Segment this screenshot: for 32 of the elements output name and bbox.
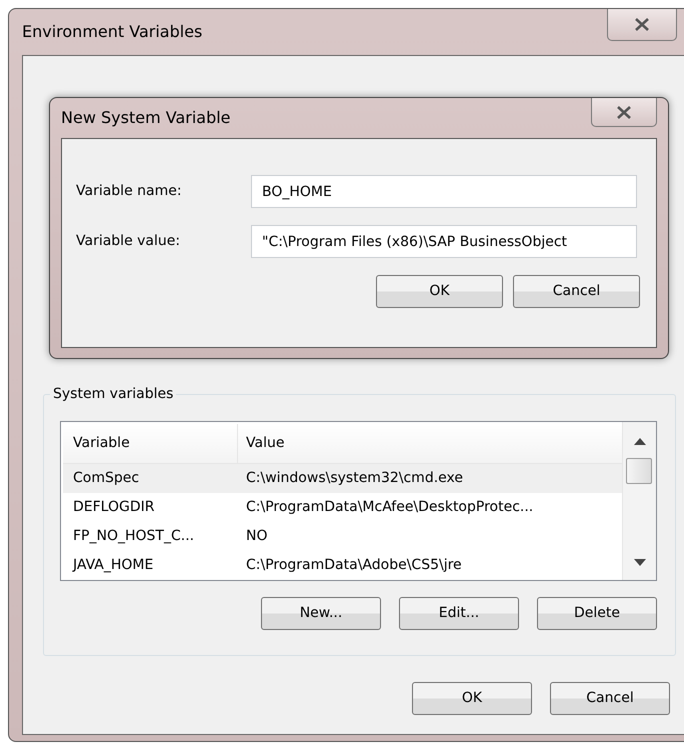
column-header[interactable]: Value: [238, 433, 622, 454]
table-cell-text: C:\windows\system32\cmd.exe: [245, 469, 464, 488]
dialog-button[interactable]: Delete: [537, 597, 657, 630]
window-title: Environment Variables: [22, 21, 202, 43]
table-cell-text: DEFLOGDIR: [72, 498, 156, 517]
dialog-button[interactable]: Edit...: [399, 597, 519, 630]
text-field[interactable]: "C:\Program Files (x86)\SAP BusinessObject: [251, 225, 637, 258]
table-cell-text: C:\ProgramData\McAfee\DesktopProtec...: [245, 498, 534, 517]
dialog-button[interactable]: New...: [261, 597, 381, 630]
dialog-title: New System Variable: [61, 107, 231, 129]
table-cell-text: FP_NO_HOST_C...: [72, 527, 196, 546]
scrollbar[interactable]: [622, 422, 656, 580]
field-label: Variable name:: [76, 182, 183, 201]
table-cell-text: C:\ProgramData\Adobe\CS5\jre: [245, 556, 463, 575]
scroll-thumb[interactable]: [626, 458, 652, 484]
selected-row-highlight[interactable]: ComSpec C:\windows\system32\cmd.exe: [63, 464, 622, 493]
field-label: Variable value:: [76, 232, 182, 251]
scroll-down-icon[interactable]: [634, 559, 646, 566]
close-icon: [634, 18, 650, 31]
table-cell-text: NO: [245, 527, 268, 546]
close-button[interactable]: [591, 98, 657, 127]
dialog-button[interactable]: Cancel: [550, 682, 670, 715]
table-cell-text: ComSpec: [72, 469, 140, 488]
dialog-button[interactable]: OK: [412, 682, 532, 715]
table-cell-text: JAVA_HOME: [71, 556, 154, 575]
close-button[interactable]: [607, 9, 677, 41]
close-icon: [616, 106, 632, 118]
dialog-button[interactable]: OK: [376, 275, 503, 308]
column-header[interactable]: Variable: [63, 424, 238, 463]
dialog-button[interactable]: Cancel: [513, 275, 640, 308]
text-field[interactable]: BO_HOME: [251, 175, 637, 208]
scroll-up-icon[interactable]: [634, 438, 646, 445]
